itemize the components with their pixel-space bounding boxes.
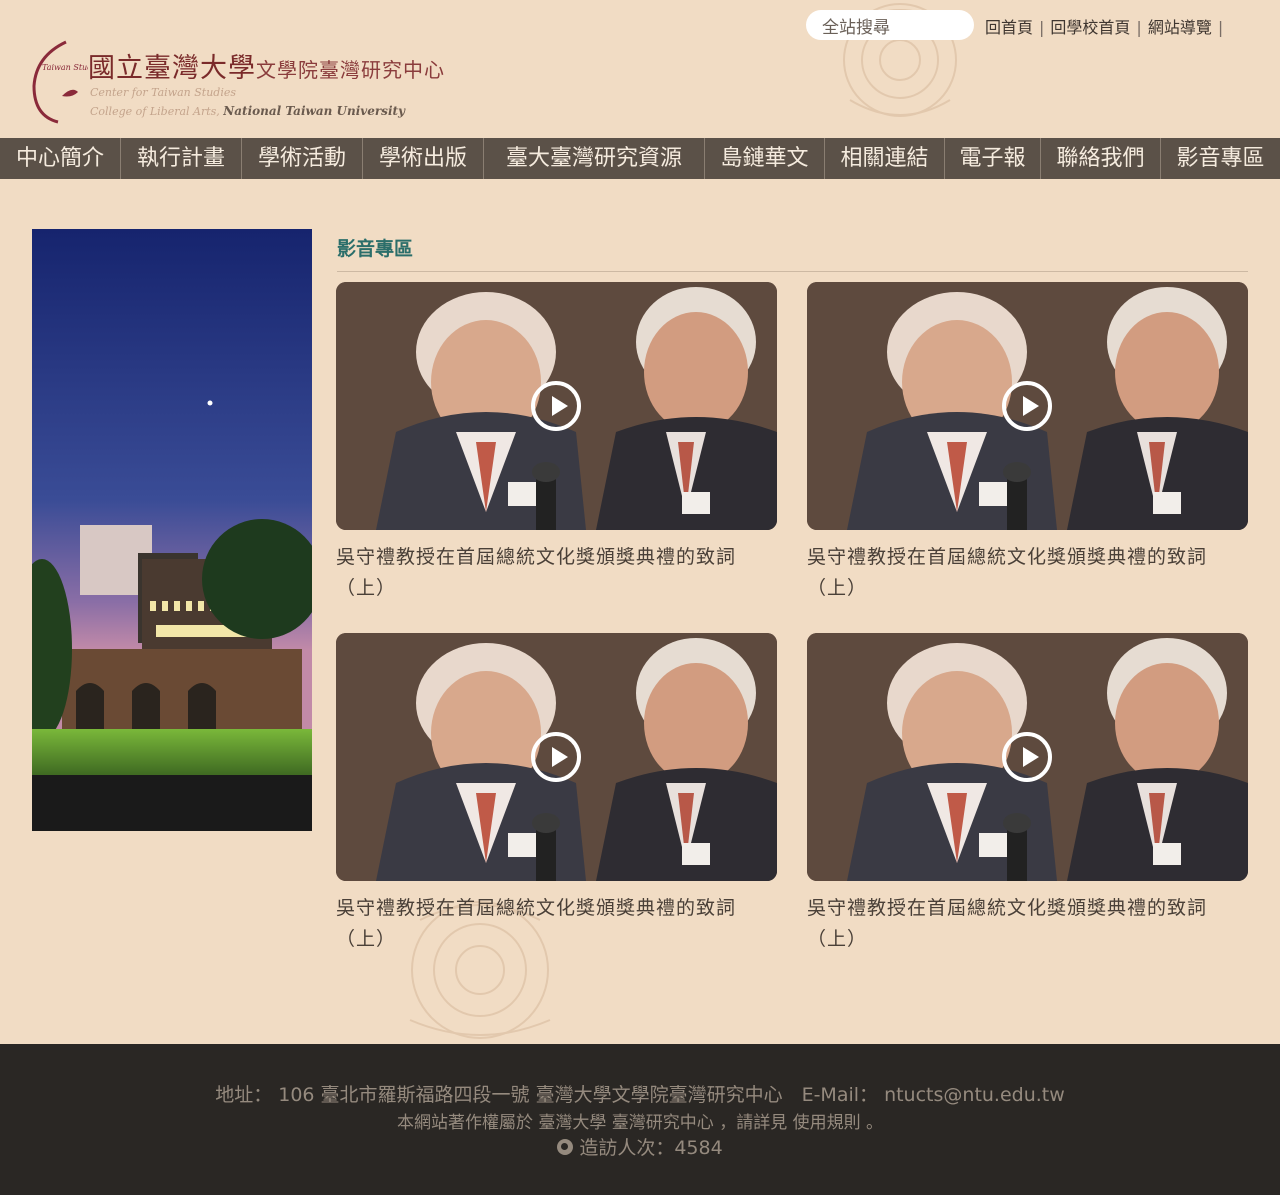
video-card[interactable]: 吳守禮教授在首屆總統文化獎頒獎典禮的致詞（上） [807, 633, 1248, 955]
video-card[interactable]: 吳守禮教授在首屆總統文化獎頒獎典禮的致詞（上） [807, 282, 1248, 604]
nav-item-island-chain[interactable]: 島鏈華文 [705, 138, 825, 179]
section-divider [337, 271, 1248, 272]
link-home[interactable]: 回首頁 [985, 18, 1033, 37]
link-separator: | [1039, 18, 1045, 37]
logo-english-university: National Taiwan University [223, 104, 406, 118]
video-thumbnail[interactable] [336, 282, 777, 530]
top-links: 回首頁 | 回學校首頁 | 網站導覽 | [985, 14, 1229, 38]
link-university-home[interactable]: 回學校首頁 [1050, 18, 1130, 37]
search-input[interactable]: 全站搜尋 [806, 10, 974, 40]
nav-item-about[interactable]: 中心簡介 [0, 138, 121, 179]
nav-item-links[interactable]: 相關連結 [825, 138, 945, 179]
nav-item-projects[interactable]: 執行計畫 [121, 138, 242, 179]
video-card[interactable]: 吳守禮教授在首屆總統文化獎頒獎典禮的致詞（上） [336, 282, 777, 604]
campus-photo [32, 229, 312, 831]
footer-address: 地址： 106 臺北市羅斯福路四段一號 臺灣大學文學院臺灣研究中心 E-Mail… [215, 1084, 1065, 1106]
play-icon[interactable] [531, 381, 581, 431]
play-icon[interactable] [1002, 732, 1052, 782]
site-footer: 地址： 106 臺北市羅斯福路四段一號 臺灣大學文學院臺灣研究中心 E-Mail… [0, 1044, 1280, 1195]
play-icon[interactable] [531, 732, 581, 782]
nav-item-resources[interactable]: 臺大臺灣研究資源 [484, 138, 705, 179]
logo-title-main: 國立臺灣大學 [88, 53, 256, 84]
video-thumbnail[interactable] [336, 633, 777, 881]
footer-copyright: 本網站著作權屬於 臺灣大學 臺灣研究中心 ，請詳見 使用規則 。 [396, 1113, 884, 1133]
logo-english-line2: College of Liberal Arts, National Taiwan… [90, 104, 405, 118]
video-title[interactable]: 吳守禮教授在首屆總統文化獎頒獎典禮的致詞（上） [336, 542, 777, 604]
nav-item-activities[interactable]: 學術活動 [242, 138, 363, 179]
nav-item-publications[interactable]: 學術出版 [363, 138, 484, 179]
video-title[interactable]: 吳守禮教授在首屆總統文化獎頒獎典禮的致詞（上） [807, 542, 1248, 604]
logo-english-line1: Center for Taiwan Studies [90, 86, 237, 99]
link-separator: | [1217, 18, 1224, 37]
footer-visitors: 造訪人次：4584 [0, 1133, 1280, 1160]
visitor-count: 造訪人次：4584 [579, 1137, 723, 1159]
video-thumbnail[interactable] [807, 282, 1248, 530]
logo-mark-text: Taiwan Studies [42, 63, 88, 72]
site-logo[interactable]: Taiwan Studies 國立臺灣大學文學院臺灣研究中心 Center fo… [28, 36, 468, 126]
site-header: Taiwan Studies 國立臺灣大學文學院臺灣研究中心 Center fo… [0, 0, 1280, 138]
video-thumbnail[interactable] [807, 633, 1248, 881]
play-icon[interactable] [1002, 381, 1052, 431]
logo-mark-icon: Taiwan Studies [32, 40, 88, 124]
link-sitemap[interactable]: 網站導覽 [1148, 18, 1212, 37]
video-card[interactable]: 吳守禮教授在首屆總統文化獎頒獎典禮的致詞（上） [336, 633, 777, 955]
video-title[interactable]: 吳守禮教授在首屆總統文化獎頒獎典禮的致詞（上） [807, 893, 1248, 955]
nav-item-newsletter[interactable]: 電子報 [945, 138, 1041, 179]
visitor-counter-icon [557, 1139, 574, 1155]
main-nav: 中心簡介 執行計畫 學術活動 學術出版 臺大臺灣研究資源 島鏈華文 相關連結 電… [0, 138, 1280, 179]
nav-item-media[interactable]: 影音專區 [1161, 138, 1280, 179]
logo-english-college: College of Liberal Arts, [90, 105, 220, 118]
logo-title-sub: 文學院臺灣研究中心 [256, 58, 445, 82]
nav-item-contact[interactable]: 聯絡我們 [1041, 138, 1161, 179]
link-separator: | [1136, 18, 1142, 37]
section-title: 影音專區 [337, 238, 414, 260]
video-title[interactable]: 吳守禮教授在首屆總統文化獎頒獎典禮的致詞（上） [336, 893, 777, 955]
logo-title: 國立臺灣大學文學院臺灣研究中心 [88, 46, 445, 85]
